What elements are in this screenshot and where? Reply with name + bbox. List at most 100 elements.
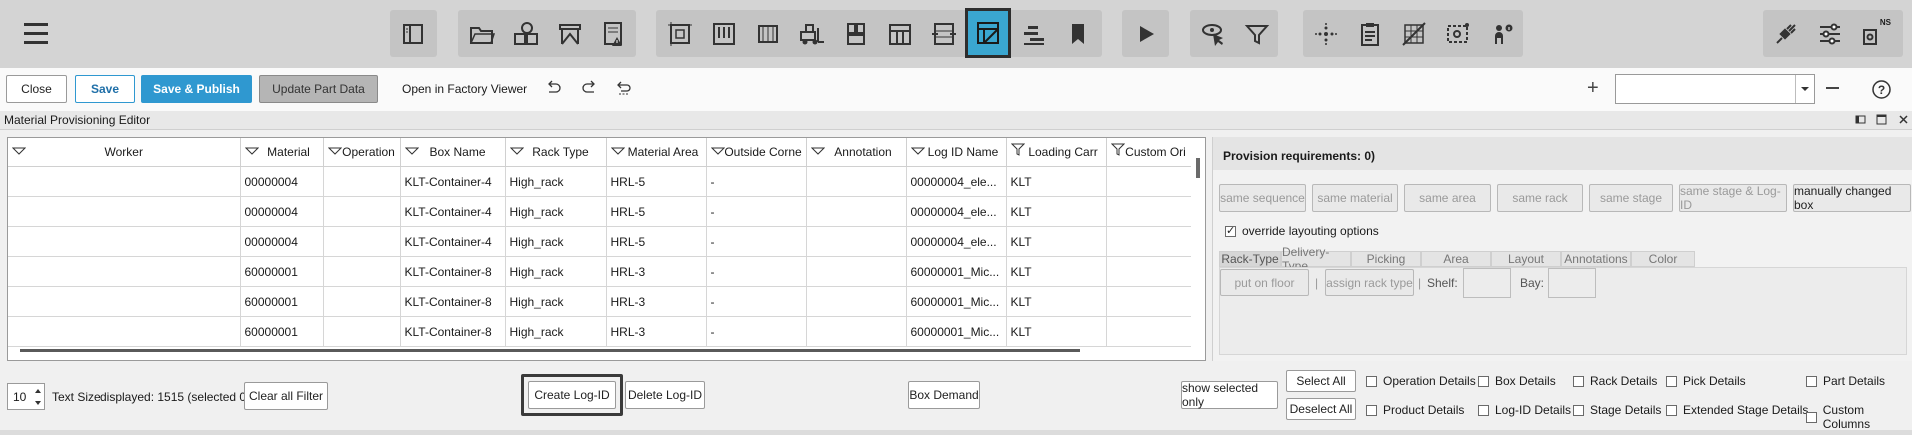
table-row[interactable]: 60000001 KLT-Container-8 High_rack HRL-3- 60…	[8, 256, 1192, 287]
bay-input[interactable]	[1548, 268, 1596, 298]
table-cell[interactable]	[806, 256, 907, 287]
help-icon[interactable]: ?	[1872, 80, 1891, 99]
table-cell[interactable]	[8, 226, 241, 257]
warning-document-icon[interactable]	[594, 12, 634, 55]
search-combo[interactable]	[1615, 74, 1815, 104]
spin-down-icon[interactable]	[34, 397, 42, 411]
table-cell[interactable]	[323, 226, 401, 257]
table-cell[interactable]: KLT-Container-4	[400, 226, 506, 257]
column-header-loading-carrier[interactable]: Loading Carr	[1006, 138, 1107, 167]
hamburger-menu-icon[interactable]	[20, 18, 56, 50]
table-cell[interactable]	[1106, 256, 1192, 287]
table-cell[interactable]: 00000004_ele...	[906, 226, 1007, 257]
undo-icon[interactable]	[545, 79, 563, 97]
extended-stage-details-checkbox[interactable]: Extended Stage Details	[1666, 403, 1808, 417]
table-cell[interactable]	[806, 286, 907, 317]
table-cell[interactable]: HRL-5	[606, 196, 707, 227]
update-part-data-button[interactable]: Update Part Data	[259, 75, 378, 103]
redo-icon[interactable]	[580, 79, 598, 97]
maximize-icon[interactable]	[1876, 114, 1887, 128]
tab-color[interactable]: Color	[1631, 251, 1695, 267]
column-header-log-id-name[interactable]: Log ID Name	[906, 138, 1007, 167]
column-header-annotation[interactable]: Annotation	[806, 138, 907, 167]
table-cell[interactable]	[8, 256, 241, 287]
table-cell[interactable]: -	[706, 166, 807, 197]
table-cell[interactable]: HRL-3	[606, 256, 707, 287]
table-cell[interactable]: High_rack	[505, 166, 607, 197]
tab-annotations[interactable]: Annotations	[1561, 251, 1631, 267]
table-cell[interactable]	[8, 286, 241, 317]
table-cell[interactable]: HRL-5	[606, 166, 707, 197]
table-row[interactable]: 60000001 KLT-Container-8 High_rack HRL-3- 60…	[8, 316, 1192, 347]
table-cell[interactable]: HRL-5	[606, 226, 707, 257]
table-cell[interactable]: -	[706, 286, 807, 317]
table-cell[interactable]: High_rack	[505, 286, 607, 317]
table-cell[interactable]	[8, 196, 241, 227]
table-cell[interactable]	[8, 316, 241, 347]
clear-all-filter-button[interactable]: Clear all Filter	[244, 382, 328, 410]
table-cell[interactable]: KLT	[1006, 166, 1107, 197]
table-cell[interactable]: High_rack	[505, 316, 607, 347]
column-header-box-name[interactable]: Box Name	[400, 138, 506, 167]
table-cell[interactable]: KLT	[1006, 256, 1107, 287]
scatter-points-icon[interactable]	[1306, 12, 1346, 55]
select-all-button[interactable]: Select All	[1286, 370, 1356, 392]
rack-details-checkbox[interactable]: Rack Details	[1573, 374, 1657, 388]
log-id-details-checkbox[interactable]: Log-ID Details	[1478, 403, 1571, 417]
table-cell[interactable]: 60000001_Mic...	[906, 256, 1007, 287]
table-horizontal-scrollbar[interactable]	[20, 349, 1080, 352]
shelf-columns-icon[interactable]	[836, 12, 876, 55]
sidebar-panel-icon[interactable]	[393, 12, 433, 55]
table-cell[interactable]: HRL-3	[606, 316, 707, 347]
table-cell[interactable]: 60000001_Mic...	[906, 286, 1007, 317]
forklift-icon[interactable]	[792, 12, 832, 55]
stage-details-checkbox[interactable]: Stage Details	[1573, 403, 1661, 417]
table-cell[interactable]: High_rack	[505, 256, 607, 287]
tab-layout[interactable]: Layout	[1491, 251, 1561, 267]
screenshot-settings-icon[interactable]	[1438, 12, 1478, 55]
column-header-material[interactable]: Material	[240, 138, 324, 167]
add-icon[interactable]: +	[1587, 77, 1599, 100]
table-cell[interactable]: KLT	[1006, 196, 1107, 227]
show-selected-only-button[interactable]: show selected only	[1181, 381, 1278, 409]
tab-picking[interactable]: Picking	[1351, 251, 1421, 267]
rack-grid-icon[interactable]	[704, 12, 744, 55]
sliders-icon[interactable]	[1810, 12, 1850, 55]
table-cell[interactable]	[806, 316, 907, 347]
grid-slash-icon[interactable]	[1394, 12, 1434, 55]
table-row[interactable]: 00000004 KLT-Container-4 High_rack HRL-5- 00…	[8, 196, 1192, 227]
table-cell[interactable]: KLT	[1006, 316, 1107, 347]
delete-log-id-button[interactable]: Delete Log-ID	[625, 381, 705, 409]
bookmark-icon[interactable]	[1058, 12, 1098, 55]
table-vertical-scrollbar[interactable]	[1191, 138, 1205, 360]
clipboard-icon[interactable]	[1350, 12, 1390, 55]
table-cell[interactable]: -	[706, 256, 807, 287]
same-rack-button[interactable]: same rack	[1497, 184, 1583, 212]
table-cell[interactable]	[1106, 316, 1192, 347]
table-cell[interactable]	[323, 166, 401, 197]
operation-details-checkbox[interactable]: Operation Details	[1366, 374, 1476, 388]
create-log-id-button[interactable]: Create Log-ID	[528, 381, 616, 409]
close-icon[interactable]	[1898, 114, 1909, 128]
deselect-all-button[interactable]: Deselect All	[1286, 398, 1356, 420]
part-details-checkbox[interactable]: Part Details	[1806, 374, 1885, 388]
save-publish-button[interactable]: Save & Publish	[141, 75, 252, 103]
network-rack-icon[interactable]	[924, 12, 964, 55]
column-header-outside-corner[interactable]: Outside Corne	[706, 138, 807, 167]
custom-columns-checkbox[interactable]: Custom Columns	[1806, 403, 1912, 431]
material-editor-icon[interactable]	[965, 8, 1011, 58]
table-cell[interactable]	[806, 226, 907, 257]
box-details-checkbox[interactable]: Box Details	[1478, 374, 1556, 388]
table-cell[interactable]	[1106, 286, 1192, 317]
column-header-rack-type[interactable]: Rack Type	[505, 138, 607, 167]
table-cell[interactable]: -	[706, 226, 807, 257]
table-cell[interactable]: 00000004	[240, 226, 324, 257]
play-icon[interactable]	[1126, 12, 1166, 55]
minus-icon[interactable]	[1826, 87, 1839, 89]
table-cell[interactable]: -	[706, 316, 807, 347]
table-cell[interactable]	[806, 196, 907, 227]
table-cell[interactable]: KLT	[1006, 226, 1107, 257]
pick-details-checkbox[interactable]: Pick Details	[1666, 374, 1746, 388]
ns-settings-icon[interactable]: NS	[1854, 12, 1894, 55]
person-info-icon[interactable]	[1482, 12, 1522, 55]
